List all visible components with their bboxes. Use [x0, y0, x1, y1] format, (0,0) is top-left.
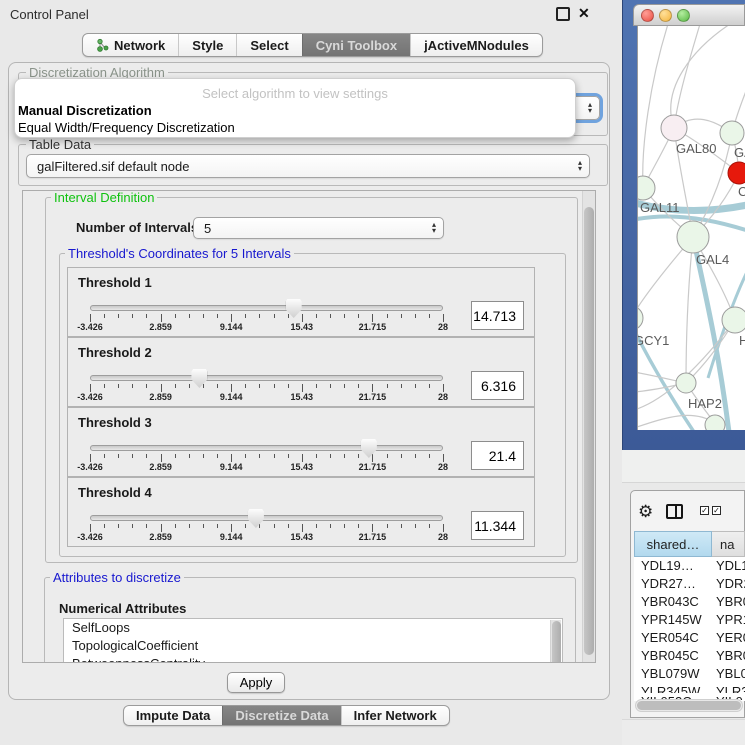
- network-node-gal4[interactable]: [677, 221, 709, 253]
- network-node-gal11[interactable]: [638, 176, 655, 200]
- dropdown-placeholder: Select algorithm to view settings: [15, 86, 575, 101]
- table-row[interactable]: YBR045CYBR0: [634, 647, 745, 665]
- table-row[interactable]: YPR145WYPR1: [634, 611, 745, 629]
- tab-cyni-toolbox[interactable]: Cyni Toolbox: [302, 34, 410, 56]
- slider-tick-labels: -3.4262.8599.14415.4321.71528: [90, 322, 443, 333]
- dropdown-item-equal-width[interactable]: Equal Width/Frequency Discretization: [18, 120, 235, 135]
- threshold-3-value-field[interactable]: [471, 441, 524, 470]
- table-row[interactable]: YBR043CYBR0: [634, 593, 745, 611]
- dropdown-item-manual[interactable]: Manual Discretization: [18, 103, 152, 118]
- table-horizontal-scrollbar[interactable]: [635, 699, 743, 712]
- table-row[interactable]: YDR27…YDR2: [634, 575, 745, 593]
- nodes[interactable]: [638, 115, 745, 430]
- slider-tick-labels: -3.4262.8599.14415.4321.71528: [90, 532, 443, 543]
- list-item[interactable]: SelfLoops: [64, 619, 562, 637]
- combo-arrows-icon: ▴▾: [578, 160, 582, 172]
- bottom-tab-bar: Impute Data Discretize Data Infer Networ…: [123, 705, 450, 726]
- table-row[interactable]: YBL079WYBL0: [634, 665, 745, 683]
- network-window-titlebar[interactable]: [633, 4, 745, 26]
- svg-text:GAL4: GAL4: [696, 252, 729, 267]
- svg-text:H: H: [739, 333, 745, 348]
- slider-track[interactable]: [90, 515, 443, 521]
- minimize-traffic-light-icon[interactable]: [659, 9, 672, 22]
- slider-track[interactable]: [90, 375, 443, 381]
- network-node-partial-bottom[interactable]: [705, 415, 725, 430]
- thresholds-group-title: Threshold's Coordinates for 5 Intervals: [65, 247, 294, 260]
- zoom-traffic-light-icon[interactable]: [677, 9, 690, 22]
- threshold-4-value-field[interactable]: [471, 511, 524, 540]
- threshold-2-panel: Threshold 2 -3.4262.8599.14415.4321.7152…: [67, 337, 535, 407]
- checkbox-icon[interactable]: ✓: [712, 506, 721, 515]
- tab-impute-data[interactable]: Impute Data: [124, 706, 222, 725]
- table-panel-header: Table Panel: [622, 450, 745, 483]
- network-node-hap2[interactable]: [676, 373, 696, 393]
- svg-text:GA: GA: [734, 145, 745, 160]
- svg-text:GAL11: GAL11: [640, 200, 680, 215]
- apply-button[interactable]: Apply: [227, 672, 285, 693]
- network-icon: [96, 38, 109, 52]
- split-column-icon[interactable]: [666, 504, 683, 519]
- threshold-3-panel: Threshold 3 -3.4262.8599.14415.4321.7152…: [67, 407, 535, 477]
- network-node-gal80[interactable]: [661, 115, 687, 141]
- settings-scrollpane: Interval Definition Number of Intervals …: [22, 190, 596, 663]
- threshold-4-slider: -3.4262.8599.14415.4321.71528: [68, 478, 534, 546]
- list-scrollbar[interactable]: [550, 620, 561, 663]
- threshold-1-slider: -3.4262.8599.14415.4321.71528: [68, 268, 534, 336]
- close-icon[interactable]: ✕: [578, 5, 590, 22]
- threshold-2-slider: -3.4262.8599.14415.4321.71528: [68, 338, 534, 406]
- threshold-1-value-field[interactable]: [471, 301, 524, 330]
- tab-discretize-data[interactable]: Discretize Data: [222, 706, 340, 725]
- slider-tick-labels: -3.4262.8599.14415.4321.71528: [90, 392, 443, 403]
- threshold-2-value-field[interactable]: [471, 371, 524, 400]
- checkbox-icon[interactable]: ✓: [700, 506, 709, 515]
- num-intervals-label: Number of Intervals: [76, 220, 198, 235]
- tab-infer-network[interactable]: Infer Network: [341, 706, 449, 725]
- table-row[interactable]: YER054CYER0: [634, 629, 745, 647]
- numerical-attributes-label: Numerical Attributes: [59, 601, 186, 616]
- attributes-group-title: Attributes to discretize: [50, 571, 184, 584]
- float-window-icon[interactable]: [556, 7, 570, 21]
- tab-network[interactable]: Network: [83, 34, 178, 56]
- combo-arrows-icon: ▴▾: [432, 222, 436, 234]
- pane-scrollbar[interactable]: [582, 191, 595, 662]
- close-traffic-light-icon[interactable]: [641, 9, 654, 22]
- column-header-shared-name[interactable]: shared…: [634, 531, 712, 557]
- threshold-3-slider: -3.4262.8599.14415.4321.71528: [68, 408, 534, 476]
- algorithm-dropdown: Select algorithm to view settings Manual…: [14, 78, 576, 138]
- tab-select[interactable]: Select: [236, 34, 301, 56]
- svg-text:GCY1: GCY1: [638, 333, 669, 348]
- network-view-canvas[interactable]: GAL80 GA C GAL11 GAL4 GCY1 H HAP2: [637, 26, 745, 430]
- svg-text:C: C: [738, 184, 745, 199]
- network-node-gcy1[interactable]: [638, 306, 643, 330]
- slider-track[interactable]: [90, 445, 443, 451]
- column-header-name[interactable]: na: [712, 531, 745, 557]
- threshold-1-panel: Threshold 1 -3.4262.8599.14415.4321.7152…: [67, 267, 535, 337]
- slider-track[interactable]: [90, 305, 443, 311]
- gear-icon[interactable]: ⚙: [638, 502, 653, 522]
- num-intervals-combobox[interactable]: 5 ▴▾: [193, 217, 444, 239]
- tab-jactivemnodules[interactable]: jActiveMNodules: [410, 34, 542, 56]
- network-node-h[interactable]: [722, 307, 745, 333]
- network-graph: GAL80 GA C GAL11 GAL4 GCY1 H HAP2: [638, 26, 745, 430]
- network-node-partial-top[interactable]: [720, 121, 744, 145]
- slider-tick-labels: -3.4262.8599.14415.4321.71528: [90, 462, 443, 473]
- interval-group-title: Interval Definition: [51, 191, 157, 204]
- threshold-4-panel: Threshold 4 -3.4262.8599.14415.4321.7152…: [67, 477, 535, 547]
- status-area: [622, 719, 745, 745]
- table-data-title: Table Data: [26, 138, 94, 151]
- combo-arrows-icon: ▴▾: [588, 102, 592, 114]
- control-panel-titlebar: Control Panel ✕: [0, 0, 618, 28]
- list-item[interactable]: BetweennessCentrality: [64, 655, 562, 663]
- list-item[interactable]: TopologicalCoefficient: [64, 637, 562, 655]
- table-row[interactable]: YDL19…YDL1: [634, 557, 745, 575]
- tab-style[interactable]: Style: [178, 34, 236, 56]
- svg-text:HAP2: HAP2: [688, 396, 722, 411]
- control-panel-title: Control Panel: [10, 7, 89, 22]
- svg-text:GAL80: GAL80: [676, 141, 716, 156]
- network-node-selected-red[interactable]: [728, 162, 745, 184]
- table-data-combobox[interactable]: galFiltered.sif default node ▴▾: [26, 154, 590, 178]
- top-tab-bar: Network Style Select Cyni Toolbox jActiv…: [82, 33, 543, 57]
- numerical-attributes-list: SelfLoops TopologicalCoefficient Between…: [63, 618, 563, 663]
